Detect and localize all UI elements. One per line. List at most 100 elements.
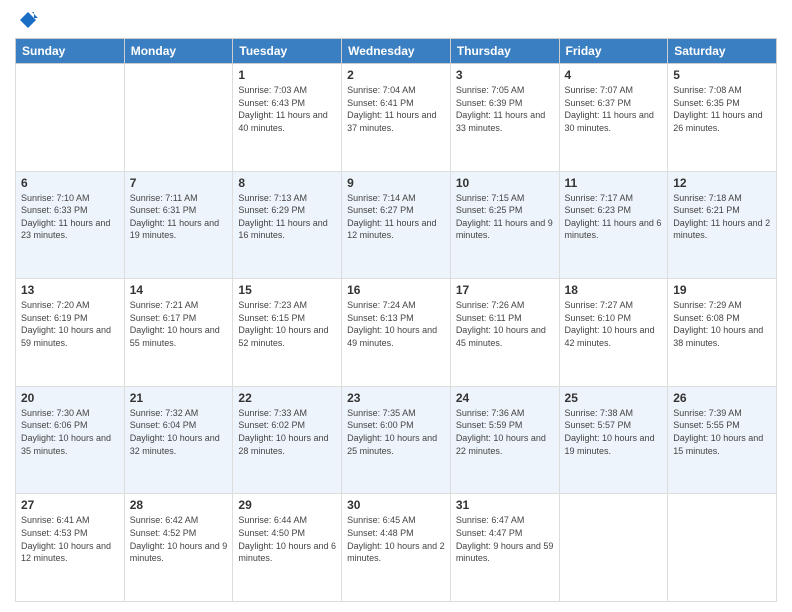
calendar-cell: 17 Sunrise: 7:26 AM Sunset: 6:11 PM Dayli… bbox=[450, 279, 559, 387]
calendar-cell bbox=[16, 64, 125, 172]
calendar-cell: 7 Sunrise: 7:11 AM Sunset: 6:31 PM Daylig… bbox=[124, 171, 233, 279]
calendar-cell: 21 Sunrise: 7:32 AM Sunset: 6:04 PM Dayli… bbox=[124, 386, 233, 494]
calendar-cell: 9Sunrise: 7:14 AM Sunset: 6:27 PM Daylig… bbox=[342, 171, 451, 279]
day-info: Sunrise: 7:29 AM Sunset: 6:08 PM Dayligh… bbox=[673, 299, 771, 349]
day-number: 24 bbox=[456, 391, 554, 405]
day-number: 29 bbox=[238, 498, 336, 512]
day-info: Sunrise: 7:23 AM Sunset: 6:15 PM Dayligh… bbox=[238, 299, 336, 349]
day-info: Sunrise: 7:20 AM Sunset: 6:19 PM Dayligh… bbox=[21, 299, 119, 349]
calendar-cell: 29 Sunrise: 6:44 AM Sunset: 4:50 PM Dayli… bbox=[233, 494, 342, 602]
day-number: 6 bbox=[21, 176, 119, 190]
day-of-week-header: Tuesday bbox=[233, 39, 342, 64]
day-number: 30 bbox=[347, 498, 445, 512]
day-info: Sunrise: 7:24 AM Sunset: 6:13 PM Dayligh… bbox=[347, 299, 445, 349]
day-info: Sunrise: 7:36 AM Sunset: 5:59 PM Dayligh… bbox=[456, 407, 554, 457]
calendar-table: SundayMondayTuesdayWednesdayThursdayFrid… bbox=[15, 38, 777, 602]
day-info: Sunrise: 7:13 AM Sunset: 6:29 PM Dayligh… bbox=[238, 192, 336, 242]
day-number: 27 bbox=[21, 498, 119, 512]
calendar-cell: 31 Sunrise: 6:47 AM Sunset: 4:47 PM Dayli… bbox=[450, 494, 559, 602]
calendar-cell: 22 Sunrise: 7:33 AM Sunset: 6:02 PM Dayli… bbox=[233, 386, 342, 494]
day-info: Sunrise: 6:45 AM Sunset: 4:48 PM Dayligh… bbox=[347, 514, 445, 564]
calendar-header-row: SundayMondayTuesdayWednesdayThursdayFrid… bbox=[16, 39, 777, 64]
day-number: 15 bbox=[238, 283, 336, 297]
calendar-cell: 2 Sunrise: 7:04 AM Sunset: 6:41 PM Daylig… bbox=[342, 64, 451, 172]
day-info: Sunrise: 7:05 AM Sunset: 6:39 PM Dayligh… bbox=[456, 84, 554, 134]
calendar-cell: 23 Sunrise: 7:35 AM Sunset: 6:00 PM Dayli… bbox=[342, 386, 451, 494]
calendar-cell: 28 Sunrise: 6:42 AM Sunset: 4:52 PM Dayli… bbox=[124, 494, 233, 602]
day-info: Sunrise: 7:26 AM Sunset: 6:11 PM Dayligh… bbox=[456, 299, 554, 349]
calendar-cell: 16 Sunrise: 7:24 AM Sunset: 6:13 PM Dayli… bbox=[342, 279, 451, 387]
calendar-cell: 15 Sunrise: 7:23 AM Sunset: 6:15 PM Dayli… bbox=[233, 279, 342, 387]
calendar-cell: 26 Sunrise: 7:39 AM Sunset: 5:55 PM Dayli… bbox=[668, 386, 777, 494]
day-number: 31 bbox=[456, 498, 554, 512]
day-number: 11 bbox=[565, 176, 663, 190]
day-number: 13 bbox=[21, 283, 119, 297]
calendar-cell: 24 Sunrise: 7:36 AM Sunset: 5:59 PM Dayli… bbox=[450, 386, 559, 494]
calendar-cell: 25 Sunrise: 7:38 AM Sunset: 5:57 PM Dayli… bbox=[559, 386, 668, 494]
day-of-week-header: Friday bbox=[559, 39, 668, 64]
calendar-cell bbox=[668, 494, 777, 602]
day-number: 8 bbox=[238, 176, 336, 190]
calendar-week-row: 1 Sunrise: 7:03 AM Sunset: 6:43 PM Daylig… bbox=[16, 64, 777, 172]
day-of-week-header: Sunday bbox=[16, 39, 125, 64]
calendar-cell: 1 Sunrise: 7:03 AM Sunset: 6:43 PM Daylig… bbox=[233, 64, 342, 172]
day-info: Sunrise: 6:41 AM Sunset: 4:53 PM Dayligh… bbox=[21, 514, 119, 564]
calendar-cell: 8 Sunrise: 7:13 AM Sunset: 6:29 PM Daylig… bbox=[233, 171, 342, 279]
calendar-cell: 19Sunrise: 7:29 AM Sunset: 6:08 PM Dayli… bbox=[668, 279, 777, 387]
day-number: 2 bbox=[347, 68, 445, 82]
day-info: Sunrise: 7:33 AM Sunset: 6:02 PM Dayligh… bbox=[238, 407, 336, 457]
calendar-cell: 30 Sunrise: 6:45 AM Sunset: 4:48 PM Dayli… bbox=[342, 494, 451, 602]
calendar-cell: 10 Sunrise: 7:15 AM Sunset: 6:25 PM Dayli… bbox=[450, 171, 559, 279]
day-number: 4 bbox=[565, 68, 663, 82]
calendar-cell: 13 Sunrise: 7:20 AM Sunset: 6:19 PM Dayli… bbox=[16, 279, 125, 387]
day-number: 5 bbox=[673, 68, 771, 82]
day-info: Sunrise: 7:38 AM Sunset: 5:57 PM Dayligh… bbox=[565, 407, 663, 457]
calendar-week-row: 6 Sunrise: 7:10 AM Sunset: 6:33 PM Daylig… bbox=[16, 171, 777, 279]
day-number: 26 bbox=[673, 391, 771, 405]
day-number: 7 bbox=[130, 176, 228, 190]
calendar-cell: 6 Sunrise: 7:10 AM Sunset: 6:33 PM Daylig… bbox=[16, 171, 125, 279]
calendar-cell: 20 Sunrise: 7:30 AM Sunset: 6:06 PM Dayli… bbox=[16, 386, 125, 494]
day-number: 21 bbox=[130, 391, 228, 405]
day-info: Sunrise: 7:11 AM Sunset: 6:31 PM Dayligh… bbox=[130, 192, 228, 242]
day-of-week-header: Monday bbox=[124, 39, 233, 64]
calendar-cell: 4 Sunrise: 7:07 AM Sunset: 6:37 PM Daylig… bbox=[559, 64, 668, 172]
calendar-cell: 18Sunrise: 7:27 AM Sunset: 6:10 PM Dayli… bbox=[559, 279, 668, 387]
calendar-week-row: 13 Sunrise: 7:20 AM Sunset: 6:19 PM Dayli… bbox=[16, 279, 777, 387]
day-number: 16 bbox=[347, 283, 445, 297]
day-number: 22 bbox=[238, 391, 336, 405]
day-of-week-header: Thursday bbox=[450, 39, 559, 64]
day-info: Sunrise: 7:15 AM Sunset: 6:25 PM Dayligh… bbox=[456, 192, 554, 242]
day-info: Sunrise: 7:35 AM Sunset: 6:00 PM Dayligh… bbox=[347, 407, 445, 457]
calendar-cell: 11 Sunrise: 7:17 AM Sunset: 6:23 PM Dayli… bbox=[559, 171, 668, 279]
day-info: Sunrise: 7:17 AM Sunset: 6:23 PM Dayligh… bbox=[565, 192, 663, 242]
day-of-week-header: Saturday bbox=[668, 39, 777, 64]
day-info: Sunrise: 7:10 AM Sunset: 6:33 PM Dayligh… bbox=[21, 192, 119, 242]
day-number: 14 bbox=[130, 283, 228, 297]
day-number: 12 bbox=[673, 176, 771, 190]
day-info: Sunrise: 7:39 AM Sunset: 5:55 PM Dayligh… bbox=[673, 407, 771, 457]
day-info: Sunrise: 7:08 AM Sunset: 6:35 PM Dayligh… bbox=[673, 84, 771, 134]
day-number: 3 bbox=[456, 68, 554, 82]
day-number: 10 bbox=[456, 176, 554, 190]
day-info: Sunrise: 7:30 AM Sunset: 6:06 PM Dayligh… bbox=[21, 407, 119, 457]
day-number: 28 bbox=[130, 498, 228, 512]
day-number: 17 bbox=[456, 283, 554, 297]
logo-icon bbox=[18, 10, 38, 30]
day-info: Sunrise: 7:03 AM Sunset: 6:43 PM Dayligh… bbox=[238, 84, 336, 134]
day-number: 9 bbox=[347, 176, 445, 190]
day-number: 20 bbox=[21, 391, 119, 405]
logo bbox=[15, 10, 38, 30]
day-number: 1 bbox=[238, 68, 336, 82]
calendar-cell: 27 Sunrise: 6:41 AM Sunset: 4:53 PM Dayli… bbox=[16, 494, 125, 602]
day-info: Sunrise: 7:27 AM Sunset: 6:10 PM Dayligh… bbox=[565, 299, 663, 349]
day-info: Sunrise: 7:32 AM Sunset: 6:04 PM Dayligh… bbox=[130, 407, 228, 457]
day-info: Sunrise: 7:07 AM Sunset: 6:37 PM Dayligh… bbox=[565, 84, 663, 134]
calendar-week-row: 27 Sunrise: 6:41 AM Sunset: 4:53 PM Dayli… bbox=[16, 494, 777, 602]
day-info: Sunrise: 6:47 AM Sunset: 4:47 PM Dayligh… bbox=[456, 514, 554, 564]
day-info: Sunrise: 6:44 AM Sunset: 4:50 PM Dayligh… bbox=[238, 514, 336, 564]
day-number: 23 bbox=[347, 391, 445, 405]
day-number: 25 bbox=[565, 391, 663, 405]
day-info: Sunrise: 6:42 AM Sunset: 4:52 PM Dayligh… bbox=[130, 514, 228, 564]
day-info: Sunrise: 7:04 AM Sunset: 6:41 PM Dayligh… bbox=[347, 84, 445, 134]
